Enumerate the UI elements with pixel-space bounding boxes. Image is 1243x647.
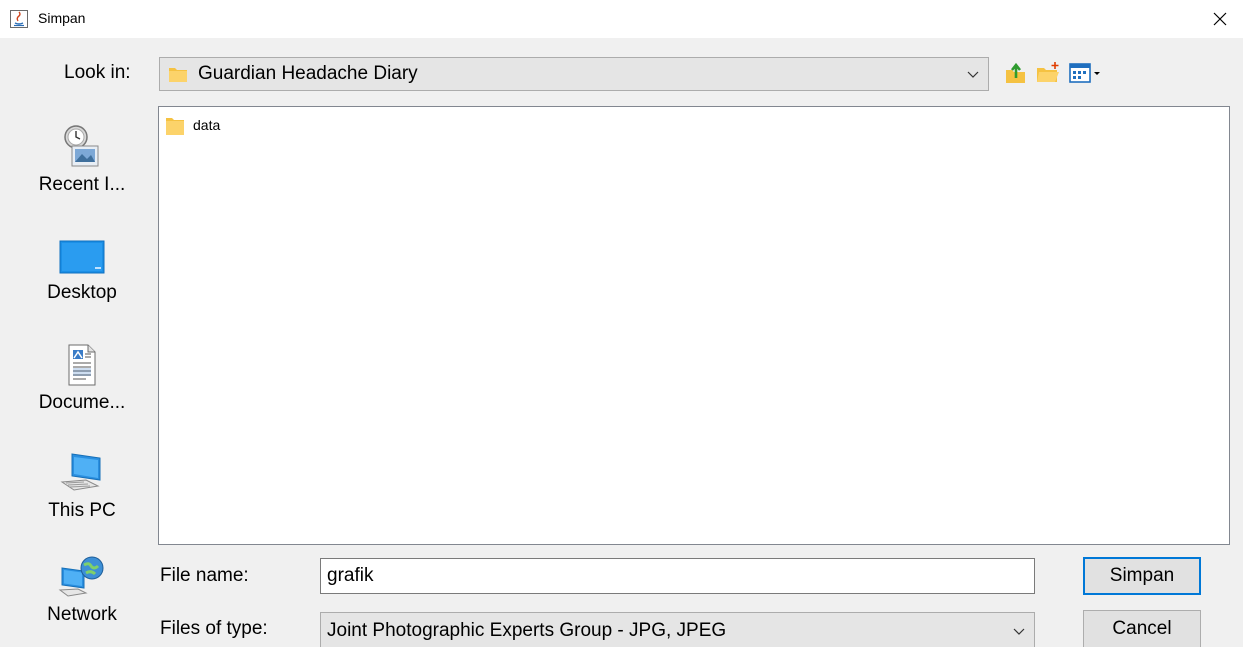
look-in-value: Guardian Headache Diary — [198, 63, 418, 84]
places-bar: Recent I... Desktop Docume... This PC Ne… — [11, 106, 153, 642]
place-label: Desktop — [47, 282, 117, 303]
list-item[interactable]: data — [165, 114, 220, 136]
java-app-icon — [10, 10, 28, 28]
place-recent-items[interactable]: Recent I... — [11, 124, 153, 196]
up-one-level-button[interactable] — [1003, 60, 1029, 86]
cancel-button[interactable]: Cancel — [1083, 610, 1201, 647]
new-folder-icon — [1037, 62, 1059, 82]
file-name-label: File name: — [160, 565, 249, 586]
up-folder-icon — [1006, 62, 1025, 83]
window-title: Simpan — [38, 10, 86, 26]
place-network[interactable]: Network — [11, 556, 153, 626]
look-in-combo[interactable]: Guardian Headache Diary — [159, 57, 989, 91]
view-menu-button[interactable] — [1067, 60, 1107, 86]
new-folder-button[interactable] — [1035, 60, 1061, 86]
look-in-label: Look in: — [64, 62, 131, 83]
save-button[interactable]: Simpan — [1083, 557, 1201, 595]
view-list-icon — [1069, 63, 1100, 83]
place-label: Network — [47, 604, 117, 625]
file-list[interactable]: data — [158, 106, 1230, 545]
chevron-down-icon — [966, 67, 980, 81]
place-label: Recent I... — [38, 174, 126, 195]
folder-icon — [168, 64, 188, 84]
file-name-input[interactable] — [320, 558, 1035, 594]
title-bar: Simpan — [0, 0, 1243, 38]
place-label: This PC — [48, 500, 116, 521]
folder-icon — [166, 118, 184, 135]
place-label: Docume... — [38, 392, 126, 413]
network-icon — [58, 556, 104, 597]
close-icon — [1213, 12, 1227, 26]
files-of-type-label: Files of type: — [160, 618, 268, 639]
this-pc-icon — [60, 453, 101, 491]
place-documents[interactable]: Docume... — [11, 344, 153, 414]
chevron-down-icon — [1012, 624, 1026, 638]
place-desktop[interactable]: Desktop — [11, 238, 153, 304]
save-dialog: Simpan Look in: Guardian Headache Diary — [0, 0, 1243, 647]
files-of-type-combo[interactable]: Joint Photographic Experts Group - JPG, … — [320, 612, 1035, 647]
recent-items-icon — [64, 125, 99, 167]
desktop-icon — [59, 240, 105, 274]
place-this-pc[interactable]: This PC — [11, 452, 153, 522]
files-of-type-value: Joint Photographic Experts Group - JPG, … — [327, 620, 727, 641]
documents-icon — [68, 344, 96, 386]
close-button[interactable] — [1197, 0, 1243, 38]
file-name: data — [193, 117, 221, 133]
